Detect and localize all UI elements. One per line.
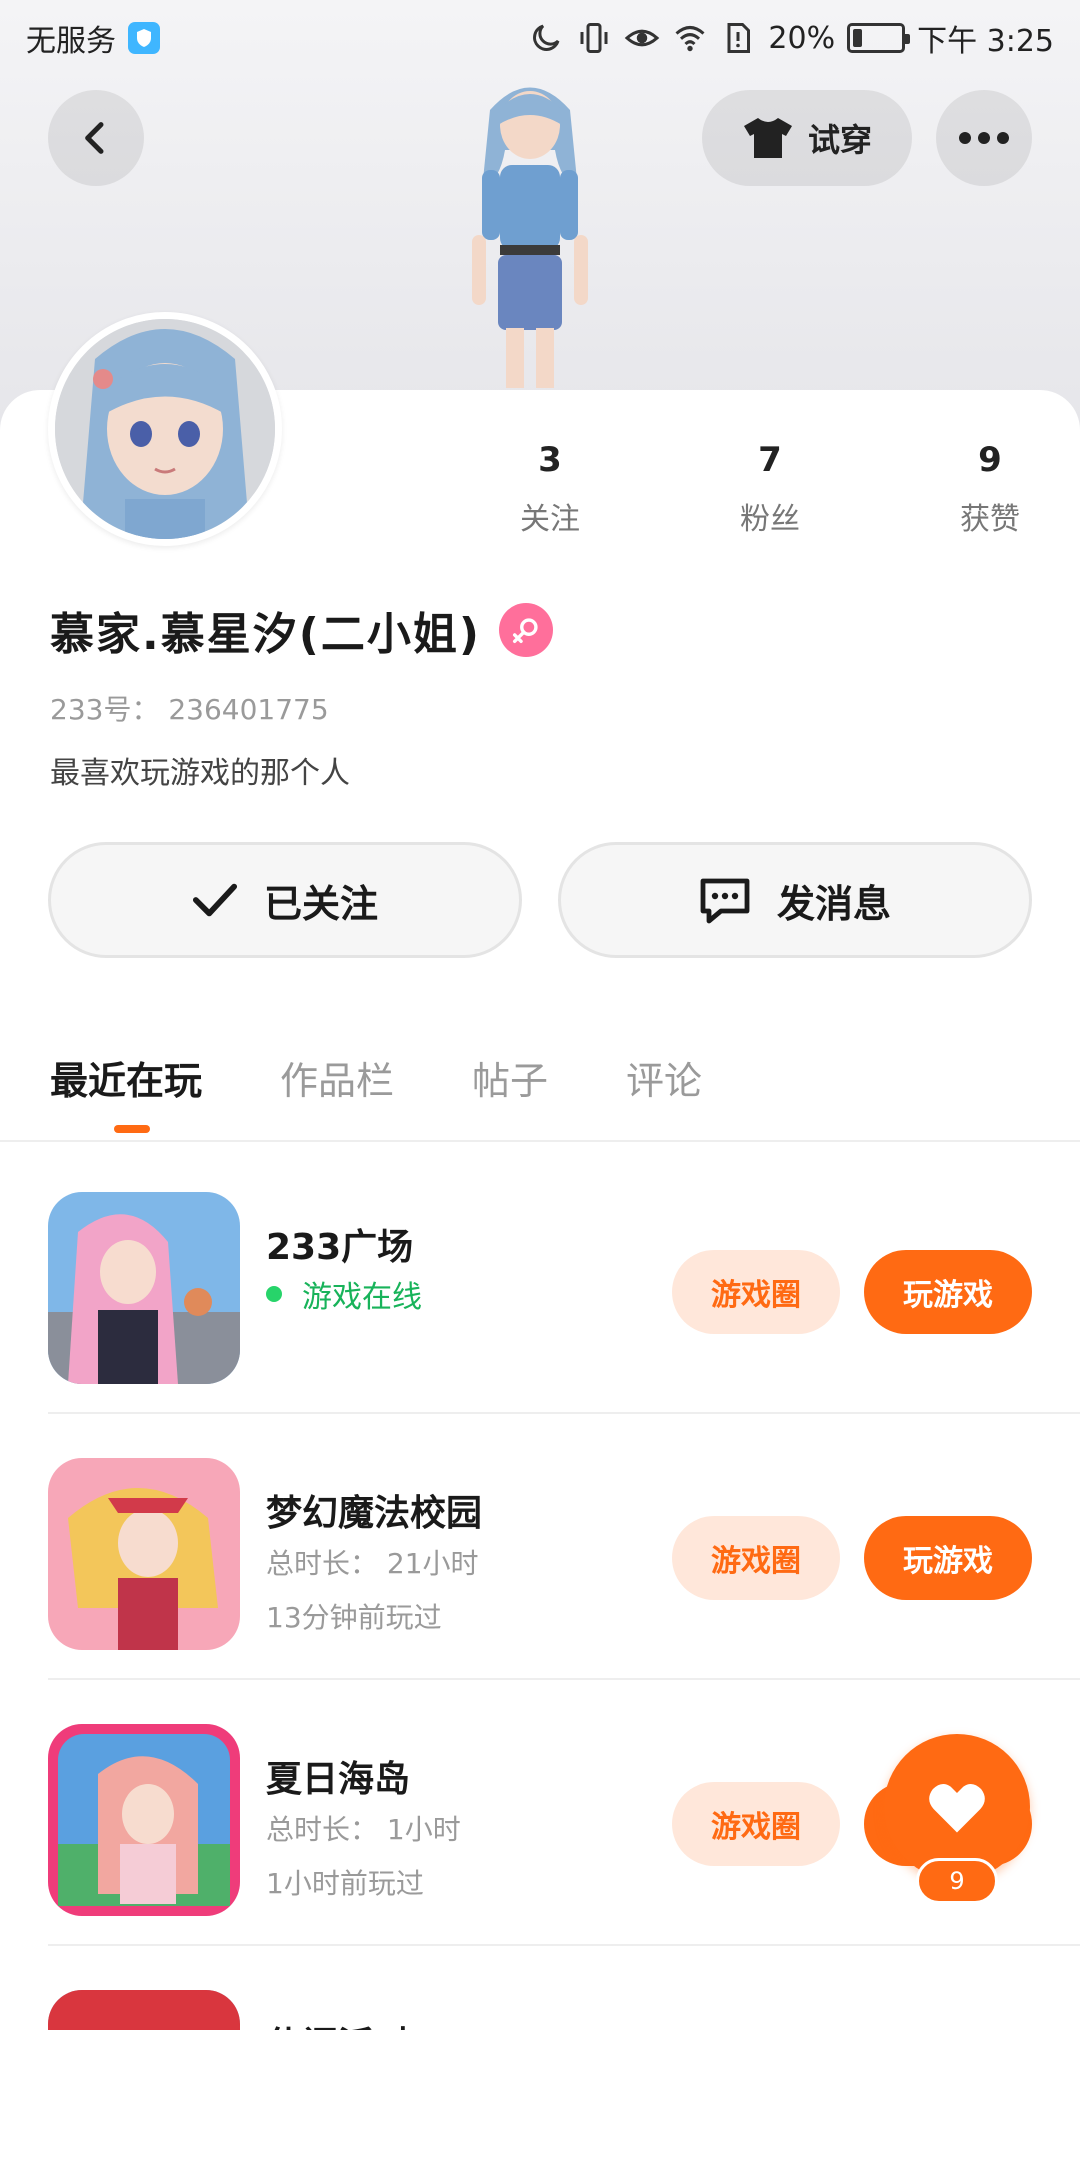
status-bar: 无服务 20% 下午 3:25 bbox=[0, 0, 1080, 76]
stat-label: 粉丝 bbox=[740, 502, 800, 537]
game-last-played: 1小时前玩过 bbox=[266, 1867, 424, 1900]
tab-label: 评论 bbox=[626, 1059, 703, 1103]
stat-followers[interactable]: 7 粉丝 bbox=[700, 440, 840, 538]
stat-following[interactable]: 3 关注 bbox=[480, 440, 620, 538]
bottom-mask bbox=[0, 2030, 1080, 2160]
game-total-duration: 总时长： 21小时 bbox=[266, 1547, 479, 1580]
game-icon[interactable] bbox=[48, 1458, 240, 1650]
clock-text: 下午 3:25 bbox=[917, 24, 1054, 59]
active-tab-indicator bbox=[114, 1125, 150, 1133]
tshirt-icon bbox=[743, 118, 792, 158]
game-title: 梦幻魔法校园 bbox=[266, 1493, 483, 1534]
send-message-button[interactable]: 发消息 bbox=[558, 842, 1032, 958]
name-row: 慕家.慕星汐(二小姐) bbox=[50, 598, 553, 662]
game-icon[interactable] bbox=[48, 1724, 240, 1916]
heart-icon bbox=[929, 1783, 985, 1833]
try-on-label: 试穿 bbox=[807, 121, 872, 159]
back-button[interactable] bbox=[48, 90, 144, 186]
user-bio: 最喜欢玩游戏的那个人 bbox=[50, 756, 350, 791]
game-list-item[interactable]: 233广场 游戏在线 游戏圈 玩游戏 bbox=[48, 1148, 1080, 1414]
tab-label: 最近在玩 bbox=[50, 1059, 203, 1103]
game-status-text: 游戏在线 bbox=[302, 1280, 422, 1315]
character-avatar-3d[interactable] bbox=[420, 70, 640, 390]
tab-works[interactable]: 作品栏 bbox=[280, 1050, 394, 1133]
followed-label: 已关注 bbox=[263, 881, 378, 926]
sim-alert-icon bbox=[727, 23, 751, 53]
tab-label: 帖子 bbox=[472, 1059, 549, 1103]
profile-page: 无服务 20% 下午 3:25 试穿 3 关注 7 粉丝 9 获赞 慕家.慕星汐… bbox=[0, 0, 1080, 2160]
moon-icon bbox=[533, 24, 560, 51]
stat-likes[interactable]: 9 获赞 bbox=[920, 440, 1060, 538]
user-name: 慕家.慕星汐(二小姐) bbox=[50, 609, 481, 660]
stat-value: 3 bbox=[538, 440, 562, 480]
tab-comments[interactable]: 评论 bbox=[626, 1050, 702, 1133]
carrier-text: 无服务 bbox=[26, 24, 116, 59]
more-button[interactable] bbox=[936, 90, 1032, 186]
back-icon bbox=[85, 122, 104, 154]
battery-icon bbox=[847, 23, 911, 53]
stat-value: 9 bbox=[978, 440, 1002, 480]
tab-label: 作品栏 bbox=[280, 1059, 395, 1103]
shield-icon bbox=[128, 22, 160, 54]
send-message-label: 发消息 bbox=[776, 881, 891, 926]
game-title: 233广场 bbox=[266, 1227, 414, 1268]
stat-label: 获赞 bbox=[960, 502, 1020, 537]
checkmark-icon bbox=[192, 883, 238, 917]
online-dot-icon bbox=[266, 1286, 282, 1302]
battery-percent: 20% bbox=[768, 20, 836, 56]
game-circle-button[interactable]: 游戏圈 bbox=[672, 1250, 840, 1334]
play-game-button[interactable]: 玩游戏 bbox=[864, 1516, 1032, 1600]
game-list-item[interactable]: 梦幻魔法校园 总时长： 21小时 13分钟前玩过 游戏圈 玩游戏 bbox=[48, 1414, 1080, 1680]
game-online-status: 游戏在线 bbox=[266, 1272, 422, 1316]
tab-posts[interactable]: 帖子 bbox=[472, 1050, 548, 1133]
game-circle-button[interactable]: 游戏圈 bbox=[672, 1782, 840, 1866]
game-icon[interactable] bbox=[48, 1192, 240, 1384]
game-last-played: 13分钟前玩过 bbox=[266, 1601, 442, 1634]
game-total-duration: 总时长： 1小时 bbox=[266, 1813, 461, 1846]
like-count-badge: 9 bbox=[916, 1858, 998, 1904]
wifi-icon bbox=[675, 26, 705, 52]
user-id: 233号： 236401775 bbox=[50, 693, 329, 726]
play-game-button[interactable]: 玩游戏 bbox=[864, 1250, 1032, 1334]
more-icon bbox=[959, 132, 1009, 144]
chat-bubble-icon bbox=[700, 878, 750, 924]
stat-value: 7 bbox=[758, 440, 782, 480]
stat-label: 关注 bbox=[520, 502, 580, 537]
try-on-button[interactable]: 试穿 bbox=[702, 90, 912, 186]
tab-recently-played[interactable]: 最近在玩 bbox=[50, 1050, 202, 1133]
profile-tabs: 最近在玩 作品栏 帖子 评论 bbox=[50, 1050, 702, 1133]
game-title: 夏日海岛 bbox=[266, 1759, 411, 1800]
game-circle-button[interactable]: 游戏圈 bbox=[672, 1516, 840, 1600]
female-gender-icon bbox=[498, 603, 553, 657]
avatar[interactable] bbox=[48, 312, 282, 546]
followed-button[interactable]: 已关注 bbox=[48, 842, 522, 958]
eye-icon bbox=[625, 29, 660, 47]
vibrate-icon bbox=[580, 23, 608, 53]
profile-stats: 3 关注 7 粉丝 9 获赞 bbox=[480, 440, 1060, 538]
tab-divider bbox=[0, 1140, 1080, 1142]
